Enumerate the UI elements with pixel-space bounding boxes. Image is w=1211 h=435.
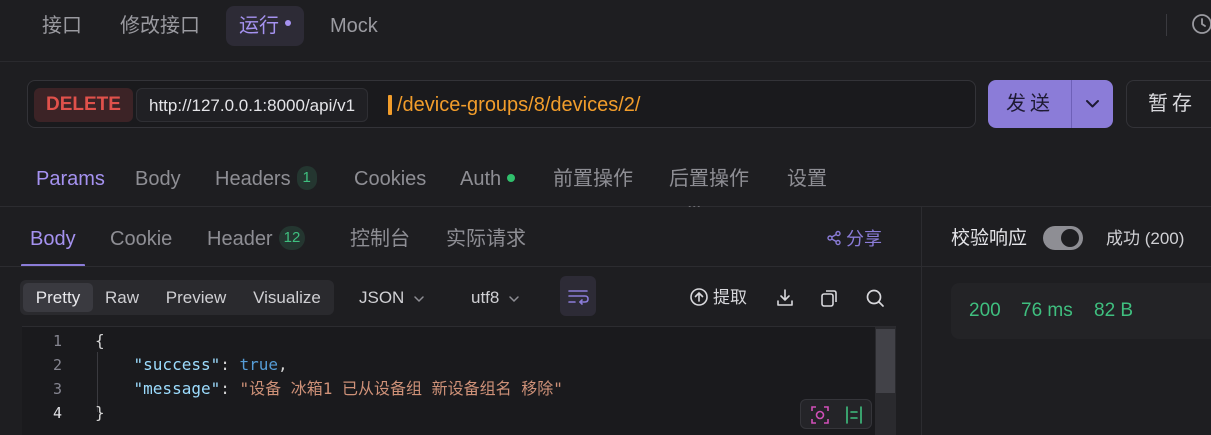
top-separator — [1166, 14, 1167, 36]
tab-response-cookie[interactable]: Cookie — [110, 226, 172, 252]
tab-console[interactable]: 控制台 — [350, 226, 410, 252]
url-bar[interactable]: DELETE http://127.0.0.1:8000/api/v1 /dev… — [27, 80, 976, 128]
tab-run[interactable]: 运行 — [226, 6, 304, 46]
tab-interface[interactable]: 接口 — [29, 6, 95, 46]
chevron-down-icon[interactable] — [1072, 80, 1113, 128]
line-number: 1 — [52, 332, 62, 350]
url-caret — [388, 95, 392, 115]
headers-count-badge: 1 — [296, 165, 317, 190]
tab-params[interactable]: Params — [36, 166, 105, 192]
tab-auth-label: Auth — [460, 168, 502, 190]
send-button-label: 发送 — [1006, 93, 1054, 115]
tab-actual-request[interactable]: 实际请求 — [446, 226, 526, 252]
tab-headers-label: Headers — [215, 168, 291, 190]
response-time: 76 ms — [1021, 300, 1073, 321]
json-value: "设备 冰箱1 已从设备组 新设备组名 移除" — [239, 379, 563, 398]
download-icon[interactable] — [774, 286, 796, 310]
line-number: 2 — [52, 356, 62, 374]
tab-auth[interactable]: Auth — [460, 166, 516, 192]
view-visualize[interactable]: Visualize — [244, 283, 330, 312]
view-preview[interactable]: Preview — [153, 283, 239, 312]
response-header-count-badge: 12 — [278, 225, 306, 250]
run-dot-indicator — [285, 19, 291, 26]
tab-run-label: 运行 — [239, 15, 279, 37]
wrap-lines-button[interactable] — [560, 276, 596, 316]
encoding-select[interactable]: utf8 — [471, 285, 521, 311]
view-pretty[interactable]: Pretty — [23, 283, 93, 312]
response-stats: 200 76 ms 82 B — [951, 283, 1211, 339]
format-select[interactable]: JSON — [359, 285, 426, 311]
json-value: true — [239, 355, 279, 374]
share-label: 分享 — [846, 229, 882, 249]
view-raw[interactable]: Raw — [96, 283, 148, 312]
tab-settings[interactable]: 设置 — [787, 166, 827, 192]
encoding-label: utf8 — [471, 288, 500, 307]
tab-edit-interface[interactable]: 修改接口 — [107, 6, 213, 46]
tab-response-header-label: Header — [207, 228, 273, 250]
brace: } — [95, 403, 105, 422]
tab-pre-ops[interactable]: 前置操作 — [553, 166, 633, 192]
format-label: JSON — [359, 288, 405, 307]
align-icon[interactable] — [843, 404, 865, 426]
response-vertical-divider[interactable] — [921, 207, 922, 435]
code-line: { — [95, 329, 105, 353]
line-number: 4 — [52, 404, 62, 422]
json-key: "message" — [133, 379, 221, 398]
chevron-down-icon — [414, 295, 425, 302]
tab-body[interactable]: Body — [135, 166, 181, 192]
tab-response-body[interactable]: Body — [30, 226, 76, 252]
response-code-editor[interactable]: 1 2 3 4 { "success": true, "message": "设… — [22, 326, 896, 435]
auth-status-dot — [507, 173, 516, 182]
tab-mock[interactable]: Mock — [317, 6, 391, 46]
scrollbar-thumb[interactable] — [876, 329, 895, 393]
extract-button[interactable]: 提取 — [689, 285, 747, 311]
verify-response-label: 校验响应 — [951, 228, 1028, 249]
response-size: 82 B — [1094, 300, 1134, 321]
chevron-down-icon — [509, 295, 520, 302]
history-icon[interactable] — [1190, 12, 1211, 36]
tab-response-header[interactable]: Header 12 — [207, 225, 306, 252]
brace: { — [95, 331, 105, 350]
verify-response-toggle[interactable] — [1043, 226, 1083, 250]
upload-circle-icon — [690, 287, 708, 306]
send-button[interactable]: 发送 — [988, 80, 1113, 128]
url-path-input[interactable]: /device-groups/8/devices/2/ — [397, 88, 640, 122]
code-line: "success": true, — [133, 355, 288, 374]
extract-label: 提取 — [713, 288, 747, 307]
share-icon — [827, 231, 841, 246]
search-icon[interactable] — [864, 286, 886, 310]
top-tab-bar: 接口 修改接口 运行 Mock — [0, 0, 1211, 62]
focus-icon[interactable] — [809, 404, 831, 426]
code-line: } — [95, 401, 105, 425]
code-line: "message": "设备 冰箱1 已从设备组 新设备组名 移除" — [133, 379, 563, 398]
wrap-lines-icon — [568, 290, 589, 305]
line-number-gutter: 1 2 3 4 — [22, 327, 82, 435]
response-tabs-border — [0, 266, 921, 267]
right-panel-border — [922, 266, 1211, 267]
method-select[interactable]: DELETE — [34, 88, 133, 122]
editor-float-tools — [800, 399, 872, 429]
tab-headers[interactable]: Headers 1 — [215, 165, 317, 192]
verify-result-text: 成功 (200) — [1106, 229, 1185, 248]
view-mode-segmented: Pretty Raw Preview Visualize — [20, 280, 334, 315]
tab-cookies[interactable]: Cookies — [354, 166, 426, 192]
base-url-prefix[interactable]: http://127.0.0.1:8000/api/v1 — [136, 88, 369, 122]
copy-icon[interactable] — [818, 286, 840, 310]
line-number: 3 — [52, 380, 62, 398]
share-button[interactable]: 分享 — [826, 226, 882, 252]
json-key: "success" — [133, 355, 221, 374]
tab-post-ops[interactable]: 后置操作 — [669, 166, 749, 192]
save-draft-button[interactable]: 暂存 — [1126, 80, 1211, 128]
status-code: 200 — [969, 300, 1001, 321]
toggle-knob — [1061, 229, 1079, 247]
